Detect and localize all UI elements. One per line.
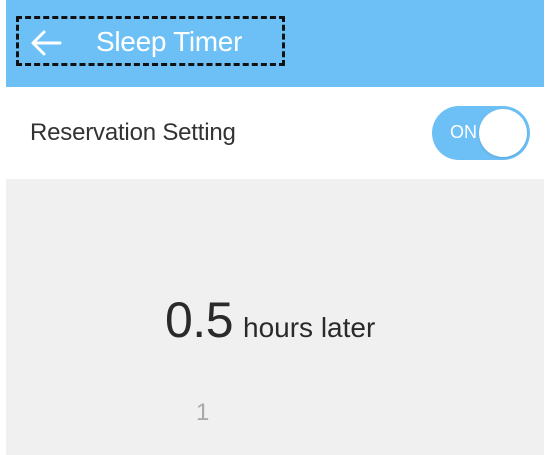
selected-value: 0.5 (165, 292, 234, 348)
reservation-setting-row: Reservation Setting ON (6, 87, 544, 179)
toggle-knob (479, 109, 527, 157)
timer-picker[interactable]: 0.5 hours later 1 (6, 179, 544, 455)
arrow-left-icon (31, 30, 62, 56)
reservation-toggle[interactable]: ON (432, 106, 530, 160)
page-title: Sleep Timer (96, 26, 243, 57)
toggle-state-label: ON (450, 122, 477, 142)
app-bar: Sleep Timer (6, 0, 544, 87)
back-button[interactable] (26, 25, 66, 61)
reservation-setting-label: Reservation Setting (30, 119, 236, 146)
sleep-timer-screen: Sleep Timer Reservation Setting ON 0.5 h… (6, 0, 544, 455)
picker-option-next[interactable]: 1 (196, 399, 209, 427)
value-unit: hours later (243, 312, 376, 343)
selected-value-row: 0.5 hours later (165, 291, 375, 349)
